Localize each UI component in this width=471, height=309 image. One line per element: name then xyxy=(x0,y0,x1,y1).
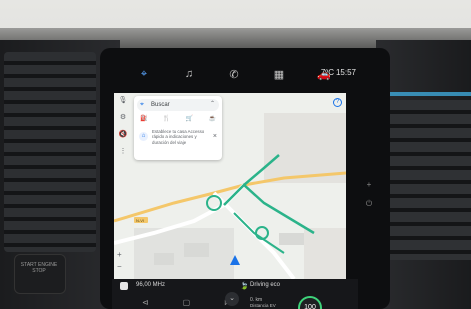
zoom-in-button[interactable]: + xyxy=(117,249,122,261)
mute-icon[interactable]: 🔇 xyxy=(119,130,128,138)
residential-area xyxy=(304,228,346,279)
back-icon[interactable]: ⊲ xyxy=(142,298,149,307)
gas-station-icon[interactable]: ⛽ xyxy=(140,115,147,122)
search-input[interactable]: ⌖ Buscar ⌃ xyxy=(137,99,219,111)
zoom-controls: + − xyxy=(117,249,122,273)
home-button-icon[interactable]: ▢ xyxy=(183,298,191,307)
cafe-icon[interactable]: ☕ xyxy=(208,115,215,122)
clock: 15:57 xyxy=(335,68,356,77)
start-stop-button[interactable] xyxy=(14,254,66,294)
map-pin-icon: ⌖ xyxy=(140,101,144,108)
driving-mode[interactable]: Driving eco xyxy=(250,282,280,288)
temperature-readout: 7ºC xyxy=(320,68,334,77)
eco-leaf-icon: 🍃 xyxy=(240,283,249,290)
set-home-promo[interactable]: Establece tu casa Accesso rápido a indic… xyxy=(152,129,210,145)
bottom-bar: 96,00 MHz 🍃 Driving eco 0. km Distancia … xyxy=(112,279,358,309)
settings-icon[interactable]: ⚙ xyxy=(120,113,126,121)
car-dashboard-photo: START ENGINE STOP + ⏻ ⌖ ♫ ✆ ▦ 🚗 7ºC 15:5… xyxy=(0,0,471,309)
close-icon[interactable]: × xyxy=(213,133,217,140)
navigation-pin-icon[interactable]: ⌖ xyxy=(132,62,156,86)
building-block-3 xyxy=(279,233,304,245)
screen-side-controls: + ⏻ xyxy=(360,180,378,240)
power-icon[interactable]: ⏻ xyxy=(360,199,378,209)
current-location-arrow-icon xyxy=(230,255,240,265)
radio-frequency[interactable]: 96,00 MHz xyxy=(136,282,165,288)
ev-distance-label: Distancia EV xyxy=(250,303,276,308)
search-label: Buscar xyxy=(151,102,170,108)
status-bar: ⌖ ♫ ✆ ▦ 🚗 7ºC 15:57 xyxy=(112,62,358,86)
road-label: N-VI xyxy=(136,218,144,223)
music-icon[interactable]: ♫ xyxy=(177,62,201,86)
ambient-light-strip xyxy=(380,92,471,96)
grocery-icon[interactable]: 🛒 xyxy=(186,115,193,122)
plus-icon[interactable]: + xyxy=(360,180,378,189)
home-icon: ⌂ xyxy=(139,132,148,141)
phone-icon[interactable]: ✆ xyxy=(222,62,246,86)
building-block-2 xyxy=(154,253,174,265)
map-view[interactable]: N-VI 🎙 ⚙ 🔇 ⋮ ⌖ Buscar ⌃ ⛽ 🍴 🛒 ☕ ⌂ Establ… xyxy=(114,93,346,279)
more-icon[interactable]: ⋮ xyxy=(120,147,127,155)
apps-grid-icon[interactable]: ▦ xyxy=(267,62,291,86)
mic-icon[interactable]: 🎙 xyxy=(119,96,128,104)
ev-score-dial[interactable]: 100 xyxy=(298,296,322,309)
chevron-down-icon[interactable]: ⌃ xyxy=(210,100,215,107)
category-row: ⛽ 🍴 🛒 ☕ xyxy=(140,115,216,122)
start-stop-label: START ENGINE STOP xyxy=(20,262,58,274)
right-air-vent xyxy=(386,100,471,260)
building-block-1 xyxy=(184,243,209,257)
map-side-toolbar: 🎙 ⚙ 🔇 ⋮ xyxy=(116,96,130,164)
left-air-vent xyxy=(4,52,96,252)
help-icon[interactable]: ? xyxy=(333,98,342,107)
system-buttons: ⊲ ▢ ⋈ xyxy=(142,298,232,307)
expand-chevron-icon[interactable]: ⌄ xyxy=(225,292,239,306)
zoom-out-button[interactable]: − xyxy=(117,261,122,273)
radio-icon xyxy=(120,282,128,290)
search-card: ⌖ Buscar ⌃ ⛽ 🍴 🛒 ☕ ⌂ Establece tu casa A… xyxy=(134,96,222,160)
restaurant-icon[interactable]: 🍴 xyxy=(163,115,170,122)
